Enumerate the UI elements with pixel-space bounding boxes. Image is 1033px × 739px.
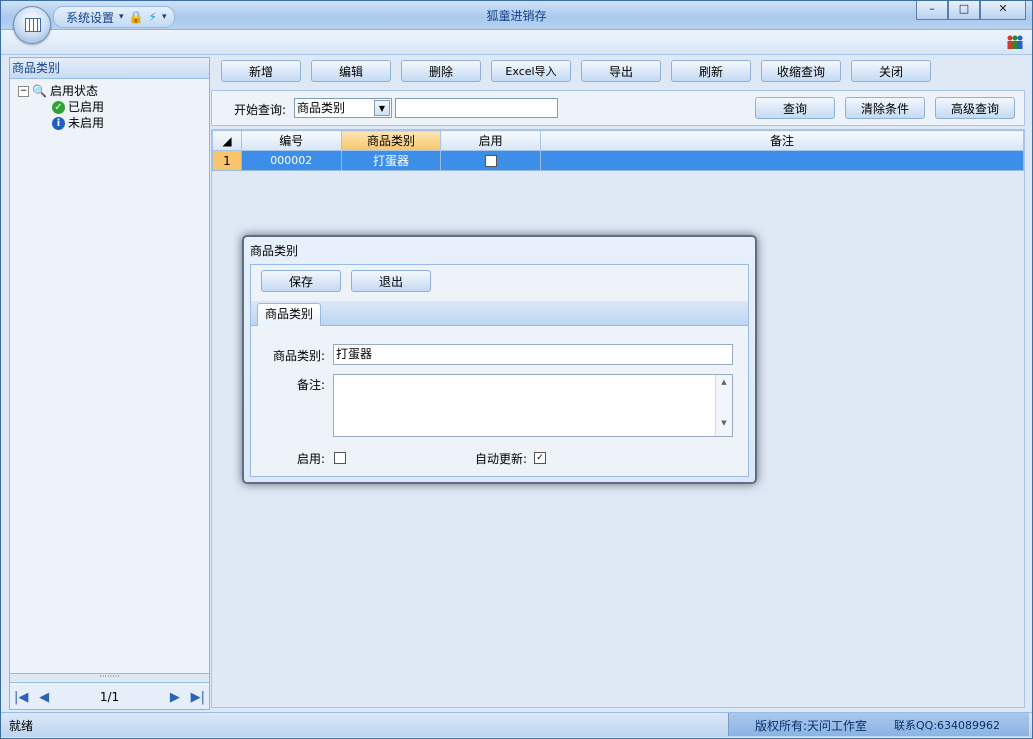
status-tree: − 🔍 启用状态 ✓ 已启用 i 未启用 — [10, 79, 209, 131]
cell-category[interactable]: 打蛋器 — [340, 150, 442, 171]
column-header-enabled[interactable]: 启用 — [440, 130, 541, 151]
edit-button[interactable]: 编辑 — [311, 60, 391, 82]
category-dialog: 商品类别 保存 退出 商品类别 商品类别: 打蛋器 备注: ▲ ▼ 启用: 自动更… — [242, 235, 757, 484]
enabled-label: 启用: — [296, 452, 325, 466]
tree-root[interactable]: − 🔍 启用状态 — [18, 83, 209, 99]
search-field-value: 商品类别 — [297, 101, 346, 115]
status-bar: 就绪 版权所有:天问工作室 联系QQ:634089962 — [1, 712, 1032, 737]
next-page-icon[interactable]: ▶ — [170, 690, 180, 705]
first-page-icon[interactable]: |◀ — [14, 690, 28, 705]
collapse-query-button[interactable]: 收缩查询 — [761, 60, 841, 82]
chevron-down-icon[interactable]: ▼ — [374, 100, 390, 116]
auto-update-checkbox[interactable]: ✓ — [534, 452, 546, 464]
title-bar: 系统设置 ▾ 🔒 ⚡ ▾ 狐童进销存 – □ ✕ — [1, 1, 1032, 30]
search-label: 开始查询: — [234, 103, 287, 117]
table-icon — [25, 18, 41, 32]
info-icon: i — [52, 116, 65, 130]
cell-code[interactable]: 000002 — [240, 150, 342, 171]
search-input[interactable] — [395, 98, 558, 118]
dialog-title: 商品类别 — [250, 244, 299, 258]
prev-page-icon[interactable]: ◀ — [39, 690, 49, 705]
enabled-checkbox[interactable] — [334, 452, 346, 464]
column-header-code[interactable]: 编号 — [240, 130, 342, 151]
auto-update-label: 自动更新: — [474, 452, 527, 466]
sidebar-pager: |◀ ◀ 1/1 ▶ ▶| — [10, 685, 209, 709]
tree-item-label: 未启用 — [68, 116, 105, 130]
status-text: 就绪 — [9, 719, 34, 733]
note-scrollbar[interactable]: ▲ ▼ — [715, 375, 732, 436]
category-field[interactable]: 打蛋器 — [333, 344, 733, 365]
maximize-button[interactable]: □ — [948, 1, 980, 20]
check-icon: ✓ — [52, 100, 65, 114]
dialog-body: 保存 退出 商品类别 商品类别: 打蛋器 备注: ▲ ▼ 启用: 自动更新: ✓ — [250, 264, 749, 477]
collapse-icon[interactable]: − — [18, 85, 29, 97]
note-field-label: 备注: — [296, 378, 325, 392]
app-window: 系统设置 ▾ 🔒 ⚡ ▾ 狐童进销存 – □ ✕ 商品类别 − 🔍 启用状态 ✓… — [0, 0, 1033, 739]
search-bar: 开始查询: 商品类别 ▼ 查询 清除条件 高级查询 — [211, 90, 1025, 126]
search-field-select[interactable]: 商品类别 ▼ — [294, 98, 392, 118]
contact-text: 联系QQ:634089962 — [894, 719, 1001, 732]
tree-item-label: 已启用 — [68, 100, 105, 114]
search-icon: 🔍 — [32, 84, 47, 98]
page-indicator: 1/1 — [99, 690, 120, 704]
enabled-checkbox[interactable] — [484, 155, 497, 167]
grid-table: ◢ 编号 商品类别 启用 备注 1 000002 打蛋器 — [212, 130, 1025, 171]
tab-category[interactable]: 商品类别 — [257, 303, 321, 326]
window-title: 狐童进销存 — [486, 9, 547, 23]
tree-item-enabled[interactable]: ✓ 已启用 — [18, 99, 209, 115]
last-page-icon[interactable]: ▶| — [191, 690, 205, 705]
add-button[interactable]: 新增 — [221, 60, 301, 82]
sidebar: 商品类别 − 🔍 启用状态 ✓ 已启用 i 未启用 ········ |◀ ◀ … — [9, 57, 210, 710]
exit-button[interactable]: 退出 — [351, 270, 431, 292]
users-icon[interactable] — [1006, 34, 1024, 50]
delete-button[interactable]: 删除 — [401, 60, 481, 82]
select-all-corner[interactable]: ◢ — [212, 130, 242, 151]
tree-item-disabled[interactable]: i 未启用 — [18, 115, 209, 131]
sidebar-header: 商品类别 — [10, 58, 209, 79]
status-info-panel: 版权所有:天问工作室 联系QQ:634089962 — [728, 713, 1029, 736]
excel-import-button[interactable]: Excel导入 — [491, 60, 571, 82]
table-row[interactable]: 1 000002 打蛋器 — [212, 150, 1025, 171]
clear-conditions-button[interactable]: 清除条件 — [845, 97, 925, 119]
refresh-button[interactable]: 刷新 — [671, 60, 751, 82]
minimize-button[interactable]: – — [916, 1, 948, 20]
tree-root-label: 启用状态 — [49, 84, 98, 98]
close-button[interactable]: ✕ — [980, 1, 1026, 20]
cell-note[interactable] — [539, 150, 1025, 171]
close-panel-button[interactable]: 关闭 — [851, 60, 931, 82]
row-number: 1 — [212, 150, 242, 171]
save-button[interactable]: 保存 — [261, 270, 341, 292]
cell-enabled[interactable] — [440, 150, 541, 171]
query-button[interactable]: 查询 — [755, 97, 835, 119]
application-menu-button[interactable] — [13, 6, 51, 44]
advanced-query-button[interactable]: 高级查询 — [935, 97, 1015, 119]
column-header-note[interactable]: 备注 — [539, 130, 1025, 151]
copyright-text: 版权所有:天问工作室 — [755, 719, 868, 733]
export-button[interactable]: 导出 — [581, 60, 661, 82]
note-field[interactable]: ▲ ▼ — [333, 374, 733, 437]
window-controls: – □ ✕ — [916, 1, 1026, 20]
dialog-tabs: 商品类别 — [251, 301, 748, 326]
splitter-grip[interactable]: ········ — [10, 673, 209, 683]
toolbar: 新增 编辑 删除 Excel导入 导出 刷新 收缩查询 关闭 — [211, 57, 1025, 87]
category-field-label: 商品类别: — [272, 349, 325, 363]
column-header-category[interactable]: 商品类别 — [340, 130, 442, 151]
ribbon-bar — [1, 30, 1032, 55]
